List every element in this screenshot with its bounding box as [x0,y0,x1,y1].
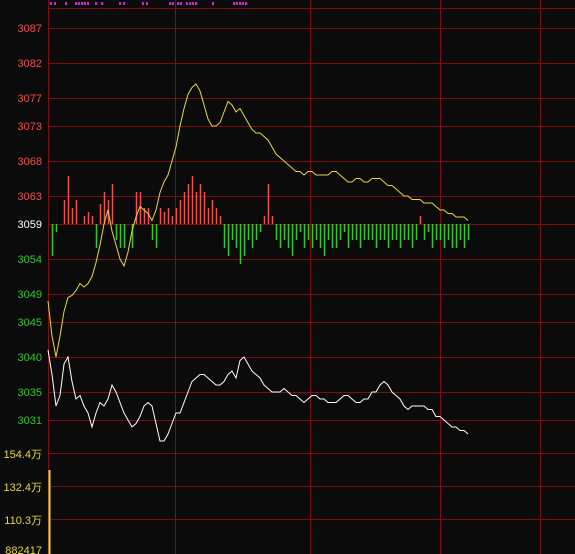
y-tick-4: 3068 [18,156,42,168]
top-marker-17 [180,2,182,5]
top-marker-19 [189,2,191,5]
top-marker-27 [245,2,247,5]
top-marker-14 [169,2,171,5]
top-marker-7 [87,2,89,5]
top-marker-6 [84,2,86,5]
top-marker-9 [101,2,103,5]
top-marker-0 [50,2,52,5]
top-marker-24 [236,2,238,5]
top-marker-21 [195,2,197,5]
top-marker-13 [146,2,148,5]
top-marker-11 [123,2,125,5]
top-marker-25 [239,2,241,5]
top-marker-26 [242,2,244,5]
y-tick-2: 3077 [18,93,42,105]
y-tick-3: 3073 [18,121,42,133]
intraday-chart: 3087 3082 3077 3073 3068 3063 3059 3054 3049 3045… [3,0,575,554]
volume-tick-1: 132.4万 [3,482,42,494]
top-marker-3 [75,2,77,5]
top-marker-22 [212,2,214,5]
volume-tick-3: 882417 [5,545,42,554]
top-marker-1 [54,2,56,5]
volume-panel: 154.4万 132.4万 110.3万 882417 [3,449,51,554]
y-tick-1: 3082 [18,58,42,70]
top-marker-5 [81,2,83,5]
y-tick-0: 3087 [18,23,42,35]
top-marker-10 [119,2,121,5]
volume-tick-2: 110.3万 [4,515,42,527]
y-tick-10: 3040 [18,352,42,364]
price-line [47,349,469,442]
top-marker-20 [192,2,194,5]
y-tick-12: 3031 [18,415,42,427]
top-marker-16 [177,2,179,5]
average-price-line [47,83,469,358]
top-marker-23 [233,2,235,5]
volume-tick-0: 154.4万 [3,449,42,461]
y-tick-5: 3063 [18,191,42,203]
top-marker-15 [172,2,174,5]
top-marker-4 [78,2,80,5]
change-bars [51,176,470,264]
top-marker-12 [142,2,144,5]
top-markers [50,2,247,5]
top-marker-2 [65,2,67,5]
y-tick-11: 3035 [18,387,42,399]
grid [48,0,575,554]
y-tick-7: 3054 [18,254,42,266]
y-tick-8: 3049 [18,289,42,301]
y-axis-ticks: 3087 3082 3077 3073 3068 3063 3059 3054 3049 3045… [18,23,42,427]
top-marker-8 [95,2,97,5]
top-marker-18 [186,2,188,5]
y-tick-9: 3045 [18,317,42,329]
y-tick-6: 3059 [18,219,42,231]
